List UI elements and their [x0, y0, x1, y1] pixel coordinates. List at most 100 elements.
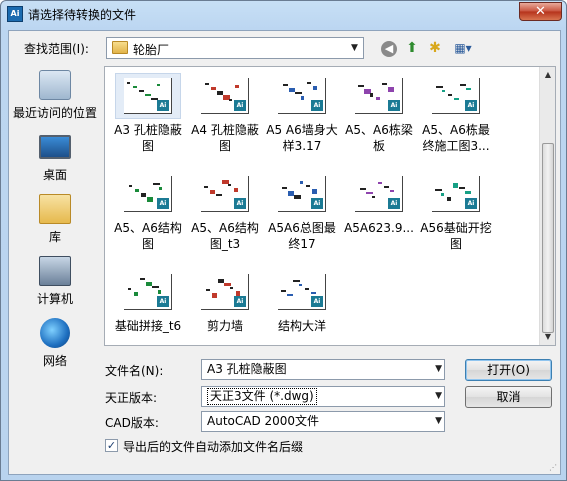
suffix-option-label: 导出后的文件自动添加文件名后缀 — [123, 440, 304, 454]
view-menu-icon: ▦▾ — [454, 41, 472, 55]
file-name: 基础拼接_t6 — [114, 319, 182, 333]
close-button[interactable]: ✕ — [519, 2, 562, 21]
filename-value: A3 孔桩隐蔽图 — [207, 362, 287, 376]
autocad-file-icon: Ai — [311, 100, 323, 111]
drawing-thumbnail: Ai — [278, 176, 326, 212]
cad-version-label: CAD版本: — [105, 416, 159, 430]
file-item[interactable]: Ai A3 孔桩隐蔽图 — [109, 73, 187, 153]
lookin-label: 查找范围(I): — [24, 42, 89, 56]
open-button[interactable]: 打开(O) — [465, 359, 552, 381]
suffix-checkbox[interactable]: ✓ — [105, 439, 118, 452]
file-name: A5A6总图最终17 — [268, 221, 336, 251]
file-item[interactable]: Ai A5 A6墙身大样3.17 — [263, 73, 341, 153]
scroll-thumb[interactable] — [542, 143, 554, 333]
drawing-thumbnail: Ai — [355, 78, 403, 114]
network-icon — [40, 318, 70, 348]
drawing-thumbnail: Ai — [432, 176, 480, 212]
autocad-file-icon: Ai — [234, 100, 246, 111]
drawing-thumbnail: Ai — [278, 274, 326, 310]
drawing-thumbnail: Ai — [201, 274, 249, 310]
chevron-down-icon[interactable]: ▼ — [435, 387, 442, 406]
drawing-thumbnail: Ai — [124, 274, 172, 310]
places-bar: 最近访问的位置 桌面 库 计算机 网络 — [9, 66, 101, 368]
dialog-body: 查找范围(I): 轮胎厂 ▼ ◀ ⬆ ✱ ▦▾ 最近访问的位置 桌面 库 计算机… — [8, 30, 561, 475]
file-thumbnail-frame: Ai — [423, 73, 489, 119]
back-arrow-icon: ◀ — [381, 41, 397, 57]
up-folder-button[interactable]: ⬆ — [402, 39, 422, 57]
tangent-version-label: 天正版本: — [105, 391, 158, 405]
file-item[interactable]: Ai 剪力墙 — [186, 269, 264, 349]
file-item[interactable]: Ai A4 孔桩隐蔽图 — [186, 73, 264, 153]
autocad-file-icon: Ai — [234, 296, 246, 307]
file-name: A56基础开挖图 — [420, 221, 492, 251]
place-label: 库 — [48, 230, 61, 244]
file-item[interactable]: Ai A5、A6栋梁板 — [340, 73, 418, 153]
cancel-button[interactable]: 取消 — [465, 386, 552, 408]
scroll-down-icon[interactable]: ▼ — [540, 329, 556, 345]
title-bar[interactable]: Ai 请选择待转换的文件 ✕ — [1, 1, 566, 27]
filename-label: 文件名(N): — [105, 364, 164, 378]
resize-grip-icon[interactable]: ⋰ — [549, 463, 559, 473]
file-list[interactable]: ▲ ▼ Ai A3 孔桩隐蔽图 Ai A4 孔桩隐蔽图 Ai A5 A6墙身大样3.17 A… — [104, 66, 556, 346]
drawing-thumbnail: Ai — [124, 78, 172, 114]
file-name: A4 孔桩隐蔽图 — [191, 123, 259, 153]
place-label: 网络 — [42, 354, 67, 368]
file-thumbnail-frame: Ai — [115, 269, 181, 315]
drawing-thumbnail: Ai — [355, 176, 403, 212]
back-button[interactable]: ◀ — [379, 39, 399, 57]
computer-icon — [39, 256, 71, 286]
autocad-file-icon: Ai — [388, 100, 400, 111]
file-item[interactable]: Ai A56基础开挖图 — [417, 171, 495, 251]
place-desktop[interactable]: 桌面 — [9, 132, 101, 188]
desktop-icon — [39, 135, 71, 159]
chevron-down-icon[interactable]: ▼ — [435, 360, 442, 379]
file-thumbnail-frame: Ai — [269, 73, 335, 119]
file-item[interactable]: Ai A5、A6栋最终施工图3... — [417, 73, 495, 153]
drawing-thumbnail: Ai — [201, 78, 249, 114]
autocad-file-icon: Ai — [311, 198, 323, 209]
cad-version-value: AutoCAD 2000文件 — [207, 414, 320, 428]
autocad-file-icon: Ai — [311, 296, 323, 307]
file-thumbnail-frame: Ai — [115, 73, 181, 119]
place-recent[interactable]: 最近访问的位置 — [9, 70, 101, 126]
file-name: A5、A6栋梁板 — [345, 123, 413, 153]
file-thumbnail-frame: Ai — [269, 269, 335, 315]
place-network[interactable]: 网络 — [9, 318, 101, 374]
drawing-thumbnail: Ai — [124, 176, 172, 212]
new-folder-button[interactable]: ✱ — [425, 39, 445, 57]
view-menu-button[interactable]: ▦▾ — [450, 39, 476, 57]
place-library[interactable]: 库 — [9, 194, 101, 250]
chevron-down-icon[interactable]: ▼ — [435, 412, 442, 431]
file-item[interactable]: Ai A5、A6结构图 — [109, 171, 187, 251]
autocad-file-icon: Ai — [465, 100, 477, 111]
autocad-file-icon: Ai — [157, 198, 169, 209]
file-thumbnail-frame: Ai — [192, 73, 258, 119]
autocad-file-icon: Ai — [388, 198, 400, 209]
tangent-version-value: 天正3文件 (*.dwg) — [207, 388, 317, 405]
autocad-file-icon: Ai — [157, 100, 169, 111]
place-computer[interactable]: 计算机 — [9, 256, 101, 312]
file-thumbnail-frame: Ai — [115, 171, 181, 217]
autocad-file-icon: Ai — [234, 198, 246, 209]
lookin-value: 轮胎厂 — [133, 43, 170, 57]
file-item[interactable]: Ai A5A623.9... — [340, 171, 418, 251]
place-label: 桌面 — [42, 168, 67, 182]
chevron-down-icon[interactable]: ▼ — [346, 38, 363, 58]
place-label: 最近访问的位置 — [12, 106, 97, 120]
vertical-scrollbar[interactable]: ▲ ▼ — [539, 67, 555, 345]
tangent-version-select[interactable]: 天正3文件 (*.dwg) ▼ — [201, 386, 445, 407]
file-thumbnail-frame: Ai — [192, 269, 258, 315]
lookin-combo[interactable]: 轮胎厂 ▼ — [106, 37, 364, 59]
file-item[interactable]: Ai A5A6总图最终17 — [263, 171, 341, 251]
autocad-file-icon: Ai — [157, 296, 169, 307]
file-item[interactable]: Ai A5、A6结构图_t3 — [186, 171, 264, 251]
file-item[interactable]: Ai 基础拼接_t6 — [109, 269, 187, 349]
scroll-up-icon[interactable]: ▲ — [540, 67, 556, 83]
file-name: A3 孔桩隐蔽图 — [114, 123, 182, 153]
file-item[interactable]: Ai 结构大洋 — [263, 269, 341, 349]
drawing-thumbnail: Ai — [278, 78, 326, 114]
cad-version-select[interactable]: AutoCAD 2000文件 ▼ — [201, 411, 445, 432]
file-dialog-window: Ai 请选择待转换的文件 ✕ 查找范围(I): 轮胎厂 ▼ ◀ ⬆ ✱ ▦▾ 最… — [0, 0, 567, 481]
file-name: A5、A6结构图_t3 — [191, 221, 259, 251]
filename-input[interactable]: A3 孔桩隐蔽图 ▼ — [201, 359, 445, 380]
